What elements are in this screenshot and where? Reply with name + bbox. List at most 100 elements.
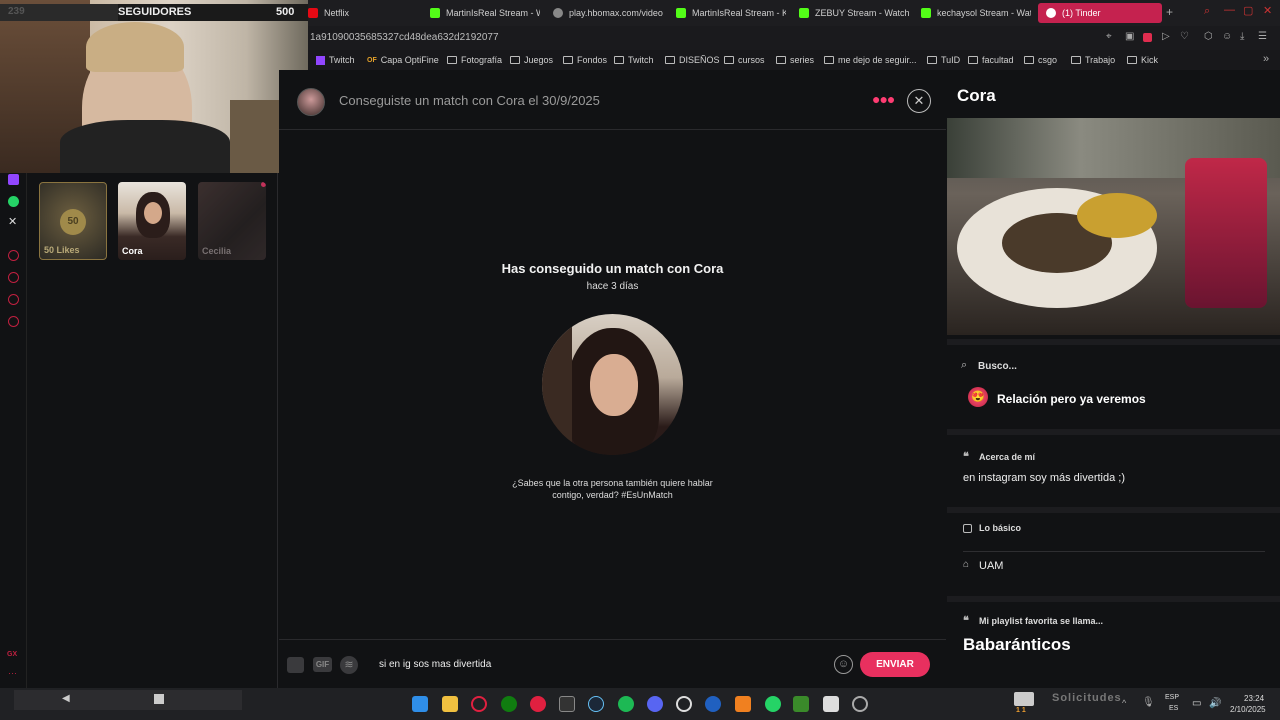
discord-icon[interactable]	[647, 696, 663, 712]
bookmark-disenos[interactable]: DISEÑOS	[665, 55, 720, 65]
stop-icon[interactable]	[154, 694, 164, 704]
app-icon-orange[interactable]	[735, 696, 751, 712]
minecraft-icon[interactable]	[793, 696, 809, 712]
tab-netflix[interactable]: Netflix	[308, 3, 418, 23]
bookmark-facultad[interactable]: facultad	[968, 55, 1014, 65]
snapshot-icon[interactable]: ▣	[1125, 31, 1134, 42]
mail-icon[interactable]	[1014, 692, 1034, 706]
tab-hbomax[interactable]: play.hbomax.com/video	[553, 3, 663, 23]
bookmark-optifine[interactable]: OF Capa OptiFine	[367, 55, 439, 65]
webcam-overlay	[0, 0, 308, 173]
refresh-icon[interactable]	[8, 294, 19, 305]
spotify-icon[interactable]: ≋	[340, 656, 358, 674]
volume-icon[interactable]: 🔊	[1209, 698, 1221, 709]
kick-icon	[921, 8, 931, 18]
settings-icon[interactable]	[8, 316, 19, 327]
app-icon-round[interactable]	[852, 696, 868, 712]
bookmark-tuid[interactable]: TuID	[927, 55, 960, 65]
extensions-icon[interactable]: ⬡	[1204, 31, 1213, 42]
tab-zebuy[interactable]: ZEBUY Stream - Watch	[799, 3, 909, 23]
x-icon[interactable]: ✕	[8, 215, 17, 228]
heart-icon[interactable]: ♡	[1180, 31, 1189, 42]
tab-martinisreal-2[interactable]: MartinIsReal Stream - K	[676, 3, 786, 23]
bookmark-fondos[interactable]: Fondos	[563, 55, 607, 65]
goal-current: 239	[8, 6, 25, 17]
app-icon-white[interactable]	[823, 696, 839, 712]
clock-date[interactable]: 2/10/2025	[1230, 705, 1266, 714]
stream-goal-bar: 239 SEGUIDORES 500	[0, 4, 308, 21]
more-icon[interactable]: ···	[8, 668, 17, 678]
avatar[interactable]	[297, 88, 325, 116]
likes-card[interactable]: 50 50 Likes	[39, 182, 107, 260]
clock-icon[interactable]	[8, 272, 19, 283]
url-text[interactable]: 1a91090035685327cd48dea632d2192077	[310, 32, 499, 43]
app-icon-blue[interactable]	[705, 696, 721, 712]
message-input[interactable]: si en ig sos mas divertida	[379, 659, 491, 670]
circle-icon[interactable]	[8, 250, 19, 261]
close-icon[interactable]: ✕	[907, 89, 931, 113]
tab-tinder[interactable]: (1) Tinder	[1038, 3, 1162, 23]
pin-icon[interactable]: ⌖	[1106, 31, 1112, 42]
about-section: ❝ Acerca de mí en instagram soy más dive…	[947, 429, 1280, 507]
bookmark-cursos[interactable]: cursos	[724, 55, 765, 65]
twitch-icon[interactable]	[8, 174, 19, 185]
more-options-icon[interactable]: ●●●	[872, 91, 895, 107]
profile-photo[interactable]	[947, 118, 1280, 335]
menu-icon[interactable]: ☰	[1258, 31, 1267, 42]
language-region[interactable]: ES	[1169, 705, 1178, 712]
xbox-icon[interactable]	[501, 696, 517, 712]
search-icon[interactable]: ⌕	[1204, 5, 1210, 18]
bookmark-trabajo[interactable]: Trabajo	[1071, 55, 1115, 65]
tab-martinisreal-1[interactable]: MartinIsReal Stream - W	[430, 3, 540, 23]
bookmark-juegos[interactable]: Juegos	[510, 55, 553, 65]
whatsapp-icon[interactable]	[8, 196, 19, 207]
play-back-icon[interactable]: ◀	[62, 693, 70, 704]
start-icon[interactable]	[412, 696, 428, 712]
gif-button[interactable]: GIF	[313, 657, 332, 672]
file-explorer-icon[interactable]	[442, 696, 458, 712]
match-card-cecilia[interactable]: Cecilia	[198, 182, 266, 260]
maximize-icon[interactable]: ▢	[1243, 4, 1253, 17]
obs-icon[interactable]	[676, 696, 692, 712]
bookmark-kick[interactable]: Kick	[1127, 55, 1158, 65]
match-name-cecilia: Cecilia	[202, 246, 232, 256]
close-window-icon[interactable]: ✕	[1263, 4, 1272, 17]
gx-icon[interactable]: GX	[7, 651, 17, 658]
sticker-icon[interactable]	[287, 657, 304, 673]
whatsapp-icon[interactable]	[765, 696, 781, 712]
download-icon[interactable]: ⤓	[1240, 31, 1244, 42]
play-icon[interactable]: ▷	[1162, 31, 1170, 42]
epic-games-icon[interactable]	[559, 696, 575, 712]
send-button[interactable]: ENVIAR	[860, 652, 930, 677]
clock-time[interactable]: 23:24	[1244, 694, 1264, 703]
language-code[interactable]: ESP	[1165, 694, 1179, 701]
microphone-icon[interactable]: 🎙	[1142, 697, 1155, 708]
id-card-icon	[963, 524, 972, 533]
shield-icon[interactable]	[1143, 33, 1152, 42]
opera-icon[interactable]	[471, 696, 487, 712]
heart-eyes-icon: 😍	[968, 387, 988, 407]
webcam-shirt	[60, 120, 230, 173]
spotify-icon[interactable]	[618, 696, 634, 712]
webcam-cap	[86, 22, 184, 72]
profile-icon[interactable]: ☺	[1222, 31, 1232, 42]
emoji-icon[interactable]: ☺	[834, 655, 853, 674]
minimize-icon[interactable]: —	[1224, 4, 1235, 16]
looking-for-section: ⌕ Busco... 😍 Relación pero ya veremos	[947, 339, 1280, 431]
bookmark-twitch[interactable]: Twitch	[316, 55, 355, 65]
chevron-right-icon[interactable]: »	[1263, 53, 1269, 65]
network-icon[interactable]: ▭	[1192, 698, 1201, 709]
bookmark-fotografia[interactable]: Fotografía	[447, 55, 502, 65]
about-label: Acerca de mí	[979, 452, 1036, 462]
bookmark-twitch-2[interactable]: Twitch	[614, 55, 654, 65]
bookmark-me-dejo[interactable]: me dejo de seguir...	[824, 55, 917, 65]
match-time: hace 3 días	[586, 281, 639, 292]
tab-kechaysol[interactable]: kechaysol Stream - Wat	[921, 3, 1031, 23]
steam-icon[interactable]	[588, 696, 604, 712]
bookmark-csgo[interactable]: csgo	[1024, 55, 1057, 65]
app-icon[interactable]	[530, 696, 546, 712]
match-card-cora[interactable]: Cora	[118, 182, 186, 260]
chevron-up-icon[interactable]: ^	[1122, 698, 1126, 708]
new-tab-icon[interactable]: +	[1166, 5, 1173, 19]
bookmark-series[interactable]: series	[776, 55, 814, 65]
